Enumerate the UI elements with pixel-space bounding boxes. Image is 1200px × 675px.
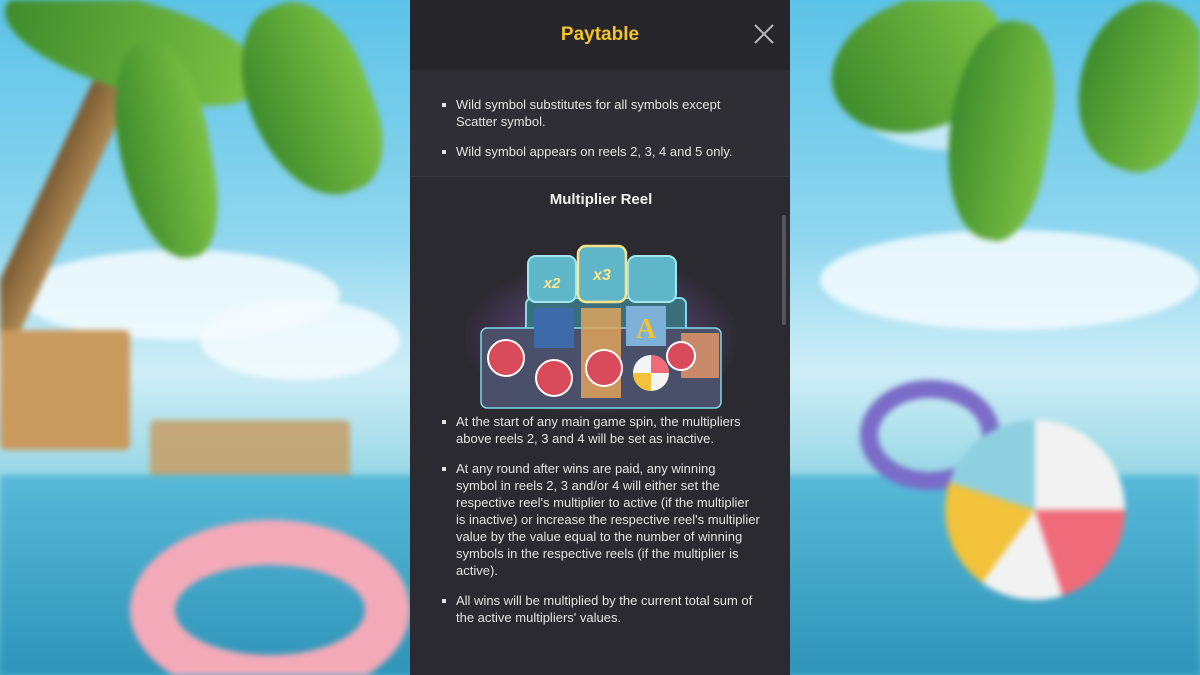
wild-rules-section: Wild symbol substitutes for all symbols … <box>410 70 790 177</box>
scrollbar[interactable] <box>782 215 786 325</box>
list-item: At the start of any main game spin, the … <box>442 413 760 447</box>
svg-text:A: A <box>636 314 657 345</box>
paytable-panel: Paytable Wild symbol substitutes for all… <box>410 0 790 675</box>
list-item: At any round after wins are paid, any wi… <box>442 460 760 579</box>
multiplier-reel-illustration: x2 x3 A <box>461 238 741 418</box>
list-item: All wins will be multiplied by the curre… <box>442 592 760 626</box>
multiplier-rules-list: At the start of any main game spin, the … <box>442 413 760 626</box>
wild-rules-list: Wild symbol substitutes for all symbols … <box>442 96 760 160</box>
list-item: Wild symbol appears on reels 2, 3, 4 and… <box>442 143 760 160</box>
multiplier-reel-section: Multiplier Reel x2 x3 A At the start of … <box>410 191 790 626</box>
multiplier-badge: x3 <box>592 267 611 284</box>
close-icon <box>754 24 774 44</box>
paytable-header: Paytable <box>410 0 790 70</box>
multiplier-badge: x2 <box>543 275 561 292</box>
page-title: Paytable <box>560 24 640 45</box>
list-item: Wild symbol substitutes for all symbols … <box>442 96 760 130</box>
section-title: Multiplier Reel <box>549 191 653 208</box>
close-button[interactable] <box>752 22 776 46</box>
